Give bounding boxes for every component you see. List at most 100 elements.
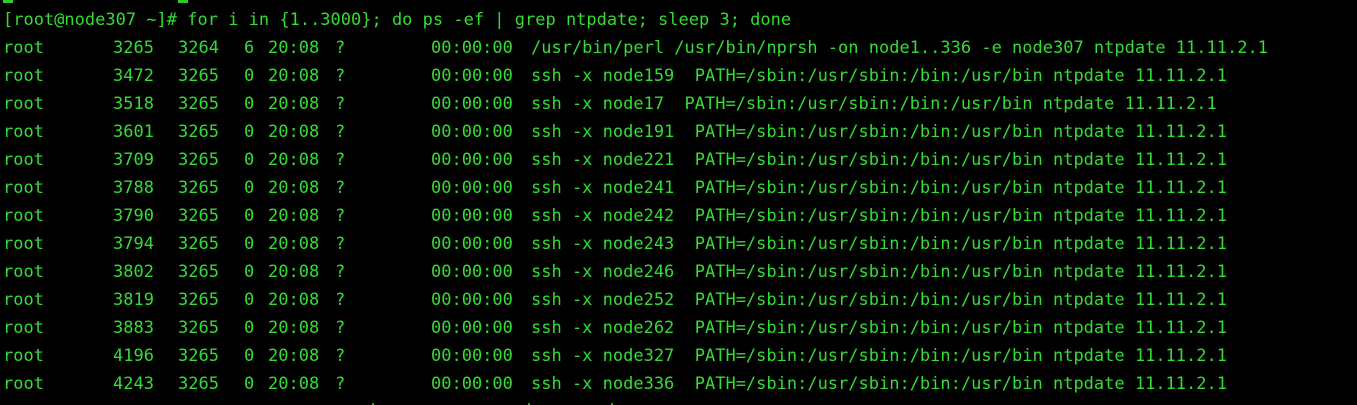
process-cpu-time: 00:00:00 [431, 122, 513, 142]
process-command: ssh -x node252 PATH=/sbin:/usr/sbin:/bin… [531, 290, 1227, 310]
process-pid: 3472 [113, 66, 154, 86]
process-tty: ? [335, 178, 346, 198]
process-user: root [3, 206, 44, 226]
process-ppid: 3265 [178, 178, 219, 198]
process-user: root [3, 38, 44, 58]
process-tty: ? [335, 206, 346, 226]
process-ppid: 3265 [178, 374, 219, 394]
process-cpu: 0 [244, 122, 255, 142]
process-command: ssh -x node336 PATH=/sbin:/usr/sbin:/bin… [531, 374, 1227, 394]
process-command: ssh -x node191 PATH=/sbin:/usr/sbin:/bin… [531, 122, 1227, 142]
process-ppid: 3265 [178, 290, 219, 310]
previous-output-remnant [0, 0, 1357, 6]
process-ppid: 3265 [178, 66, 219, 86]
process-tty: ? [335, 66, 346, 86]
process-tty: ? [335, 318, 346, 338]
process-start-time: 20:08 [268, 178, 320, 198]
process-start-time: 20:08 [268, 262, 320, 282]
process-cpu: 6 [244, 38, 255, 58]
process-user: root [3, 94, 44, 114]
process-cpu: 0 [244, 290, 255, 310]
process-pid: 4243 [113, 374, 154, 394]
process-cpu: 0 [244, 66, 255, 86]
process-pid: 3601 [113, 122, 154, 142]
process-command: ssh -x node221 PATH=/sbin:/usr/sbin:/bin… [531, 150, 1227, 170]
process-ppid: 3265 [178, 234, 219, 254]
process-user: root [3, 178, 44, 198]
process-ppid: 3265 [178, 318, 219, 338]
process-pid: 3788 [113, 178, 154, 198]
process-start-time: 20:08 [268, 66, 320, 86]
process-start-time: 20:08 [268, 374, 320, 394]
process-tty: ? [335, 150, 346, 170]
process-cpu: 0 [244, 346, 255, 366]
process-command: ssh -x node243 PATH=/sbin:/usr/sbin:/bin… [531, 234, 1227, 254]
command-line[interactable]: [root@node307 ~]# for i in {1..3000}; do… [3, 8, 791, 32]
process-cpu-time: 00:00:00 [431, 346, 513, 366]
process-cpu: 0 [244, 234, 255, 254]
process-cpu: 0 [244, 262, 255, 282]
process-cpu: 0 [244, 374, 255, 394]
process-user: root [3, 66, 44, 86]
process-start-time: 20:08 [268, 290, 320, 310]
process-tty: ? [335, 262, 346, 282]
process-pid: 3790 [113, 206, 154, 226]
process-user: root [3, 262, 44, 282]
process-tty: ? [335, 38, 346, 58]
process-cpu-time: 00:00:00 [431, 374, 513, 394]
process-pid: 3265 [113, 38, 154, 58]
process-start-time: 20:08 [268, 94, 320, 114]
process-start-time: 20:08 [268, 38, 320, 58]
process-pid: 3819 [113, 290, 154, 310]
command-text: for i in {1..3000}; do ps -ef | grep ntp… [187, 10, 792, 30]
process-user: root [3, 318, 44, 338]
process-cpu-time: 00:00:00 [431, 234, 513, 254]
process-cpu: 0 [244, 178, 255, 198]
process-pid: 3794 [113, 234, 154, 254]
process-command: ssh -x node241 PATH=/sbin:/usr/sbin:/bin… [531, 178, 1227, 198]
process-ppid: 3265 [178, 262, 219, 282]
process-command: ssh -x node246 PATH=/sbin:/usr/sbin:/bin… [531, 262, 1227, 282]
process-cpu-time: 00:00:00 [431, 38, 513, 58]
process-start-time: 20:08 [268, 346, 320, 366]
process-cpu-time: 00:00:00 [431, 206, 513, 226]
process-user: root [3, 122, 44, 142]
process-cpu-time: 00:00:00 [431, 290, 513, 310]
process-command: ssh -x node242 PATH=/sbin:/usr/sbin:/bin… [531, 206, 1227, 226]
process-command: ssh -x node17 PATH=/sbin:/usr/sbin:/bin:… [531, 94, 1217, 114]
process-start-time: 20:08 [268, 122, 320, 142]
process-tty: ? [335, 346, 346, 366]
process-tty: ? [335, 94, 346, 114]
process-user: root [3, 234, 44, 254]
process-start-time: 20:08 [268, 150, 320, 170]
process-start-time: 20:08 [268, 318, 320, 338]
process-cpu: 0 [244, 206, 255, 226]
process-command: ssh -x node159 PATH=/sbin:/usr/sbin:/bin… [531, 66, 1227, 86]
process-cpu: 0 [244, 318, 255, 338]
process-user: root [3, 346, 44, 366]
process-ppid: 3265 [178, 122, 219, 142]
process-cpu-time: 00:00:00 [431, 66, 513, 86]
process-tty: ? [335, 290, 346, 310]
process-tty: ? [335, 374, 346, 394]
process-cpu: 0 [244, 94, 255, 114]
process-tty: ? [335, 122, 346, 142]
process-ppid: 3265 [178, 206, 219, 226]
process-ppid: 3265 [178, 150, 219, 170]
process-user: root [3, 150, 44, 170]
process-cpu-time: 00:00:00 [431, 318, 513, 338]
process-ppid: 3265 [178, 94, 219, 114]
process-pid: 4196 [113, 346, 154, 366]
process-ppid: 3265 [178, 346, 219, 366]
process-command: ssh -x node327 PATH=/sbin:/usr/sbin:/bin… [531, 346, 1227, 366]
process-tty: ? [335, 234, 346, 254]
process-ppid: 3264 [178, 38, 219, 58]
process-start-time: 20:08 [268, 206, 320, 226]
process-pid: 3518 [113, 94, 154, 114]
process-pid: 3709 [113, 150, 154, 170]
process-command: ssh -x node262 PATH=/sbin:/usr/sbin:/bin… [531, 318, 1227, 338]
process-cpu-time: 00:00:00 [431, 178, 513, 198]
process-command: /usr/bin/perl /usr/bin/nprsh -on node1..… [531, 38, 1268, 58]
terminal-window[interactable]: [root@node307 ~]# for i in {1..3000}; do… [0, 0, 1357, 405]
process-cpu-time: 00:00:00 [431, 262, 513, 282]
